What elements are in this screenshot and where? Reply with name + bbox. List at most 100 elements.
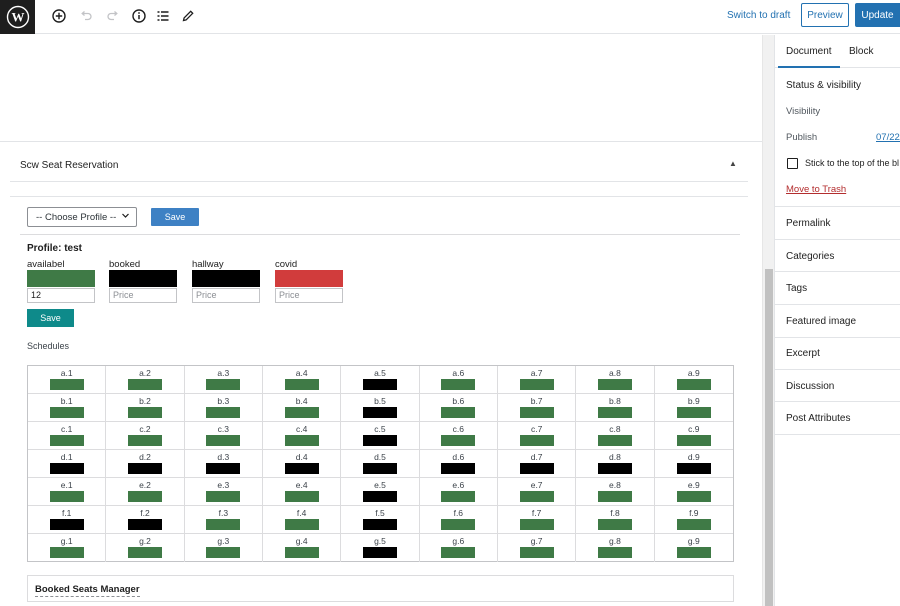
seat-cell[interactable]: d.3: [184, 450, 263, 478]
seat-cell[interactable]: f.5: [341, 506, 420, 534]
price-input[interactable]: 12: [27, 288, 95, 303]
seat-status-swatch[interactable]: [206, 519, 241, 530]
seat-cell[interactable]: b.3: [184, 394, 263, 422]
seat-status-swatch[interactable]: [519, 491, 554, 502]
seat-cell[interactable]: e.5: [341, 478, 420, 506]
seat-status-swatch[interactable]: [519, 463, 554, 474]
seat-cell[interactable]: a.7: [497, 366, 577, 394]
seat-cell[interactable]: a.6: [419, 366, 498, 394]
seat-status-swatch[interactable]: [362, 407, 397, 418]
list-view-icon[interactable]: [155, 8, 171, 24]
seat-cell[interactable]: a.8: [576, 366, 655, 394]
tab-block[interactable]: Block: [849, 46, 873, 57]
seat-cell[interactable]: b.4: [262, 394, 342, 422]
seat-status-swatch[interactable]: [519, 435, 554, 446]
seat-cell[interactable]: f.1: [28, 506, 107, 534]
sidebar-section-post-attributes[interactable]: Post Attributes: [786, 413, 850, 424]
seat-cell[interactable]: g.6: [420, 534, 498, 562]
seat-status-swatch[interactable]: [441, 463, 476, 474]
seat-status-swatch[interactable]: [49, 379, 84, 390]
status-visibility-title[interactable]: Status & visibility: [786, 80, 861, 91]
booked-seats-manager-title[interactable]: Booked Seats Manager: [35, 584, 140, 597]
sidebar-section-featured-image[interactable]: Featured image: [786, 316, 856, 327]
seat-cell[interactable]: e.9: [654, 478, 733, 506]
seat-status-swatch[interactable]: [441, 435, 476, 446]
save-profile-button[interactable]: Save: [151, 208, 199, 226]
update-button[interactable]: Update: [855, 3, 900, 27]
seat-cell[interactable]: g.8: [576, 534, 655, 562]
seat-cell[interactable]: g.2: [106, 534, 185, 562]
seat-status-swatch[interactable]: [362, 435, 397, 446]
seat-cell[interactable]: e.2: [106, 478, 185, 506]
seat-cell[interactable]: g.7: [498, 534, 577, 562]
seat-cell[interactable]: f.6: [419, 506, 498, 534]
scrollbar-thumb[interactable]: [765, 269, 773, 606]
seat-status-swatch[interactable]: [597, 463, 632, 474]
price-input[interactable]: Price: [109, 288, 177, 303]
profile-select[interactable]: -- Choose Profile --: [27, 207, 137, 227]
seat-cell[interactable]: b.8: [576, 394, 655, 422]
seat-cell[interactable]: d.8: [576, 450, 655, 478]
seat-reservation-panel-title[interactable]: Scw Seat Reservation: [20, 160, 118, 171]
seat-cell[interactable]: g.4: [263, 534, 342, 562]
seat-status-swatch[interactable]: [597, 547, 632, 558]
price-input[interactable]: Price: [192, 288, 260, 303]
seat-cell[interactable]: a.4: [262, 366, 342, 394]
add-block-icon[interactable]: [51, 8, 67, 24]
preview-button[interactable]: Preview: [801, 3, 849, 27]
seat-status-swatch[interactable]: [127, 435, 162, 446]
tab-document[interactable]: Document: [786, 46, 832, 57]
seat-status-swatch[interactable]: [519, 379, 554, 390]
seat-cell[interactable]: b.7: [497, 394, 577, 422]
seat-cell[interactable]: d.5: [341, 450, 420, 478]
seat-status-swatch[interactable]: [676, 519, 711, 530]
seat-cell[interactable]: d.1: [28, 450, 107, 478]
seat-status-swatch[interactable]: [49, 407, 84, 418]
seat-status-swatch[interactable]: [127, 491, 162, 502]
collapse-caret-icon[interactable]: ▲: [729, 159, 737, 168]
seat-status-swatch[interactable]: [362, 519, 397, 530]
seat-status-swatch[interactable]: [206, 491, 241, 502]
seat-status-swatch[interactable]: [284, 463, 319, 474]
seat-cell[interactable]: e.8: [576, 478, 655, 506]
seat-cell[interactable]: f.4: [262, 506, 342, 534]
seat-cell[interactable]: d.6: [419, 450, 498, 478]
seat-status-swatch[interactable]: [206, 547, 241, 558]
seat-status-swatch[interactable]: [362, 547, 397, 558]
sidebar-section-permalink[interactable]: Permalink: [786, 218, 830, 229]
seat-cell[interactable]: e.3: [184, 478, 263, 506]
seat-cell[interactable]: b.9: [654, 394, 733, 422]
seat-status-swatch[interactable]: [597, 407, 632, 418]
price-input[interactable]: Price: [275, 288, 343, 303]
wordpress-logo-icon[interactable]: W: [0, 0, 35, 34]
seat-status-swatch[interactable]: [676, 379, 711, 390]
seat-cell[interactable]: e.4: [262, 478, 342, 506]
seat-cell[interactable]: c.6: [419, 422, 498, 450]
seat-status-swatch[interactable]: [284, 547, 319, 558]
seat-status-swatch[interactable]: [441, 519, 476, 530]
seat-cell[interactable]: f.3: [184, 506, 263, 534]
seat-cell[interactable]: d.9: [654, 450, 733, 478]
seat-status-swatch[interactable]: [206, 379, 241, 390]
seat-cell[interactable]: d.7: [497, 450, 577, 478]
seat-cell[interactable]: b.2: [106, 394, 185, 422]
seat-cell[interactable]: f.8: [576, 506, 655, 534]
seat-cell[interactable]: a.9: [654, 366, 733, 394]
seat-status-swatch[interactable]: [676, 547, 711, 558]
seat-cell[interactable]: c.4: [262, 422, 342, 450]
undo-icon[interactable]: [78, 8, 94, 24]
seat-status-swatch[interactable]: [127, 547, 162, 558]
seat-cell[interactable]: c.9: [654, 422, 733, 450]
seat-cell[interactable]: g.3: [185, 534, 263, 562]
seat-status-swatch[interactable]: [676, 463, 711, 474]
seat-cell[interactable]: g.5: [341, 534, 420, 562]
seat-status-swatch[interactable]: [441, 547, 476, 558]
seat-cell[interactable]: e.6: [419, 478, 498, 506]
seat-cell[interactable]: f.7: [497, 506, 577, 534]
redo-icon[interactable]: [105, 8, 121, 24]
seat-status-swatch[interactable]: [597, 379, 632, 390]
seat-cell[interactable]: c.8: [576, 422, 655, 450]
seat-status-swatch[interactable]: [127, 519, 162, 530]
seat-cell[interactable]: c.3: [184, 422, 263, 450]
sidebar-section-discussion[interactable]: Discussion: [786, 381, 834, 392]
